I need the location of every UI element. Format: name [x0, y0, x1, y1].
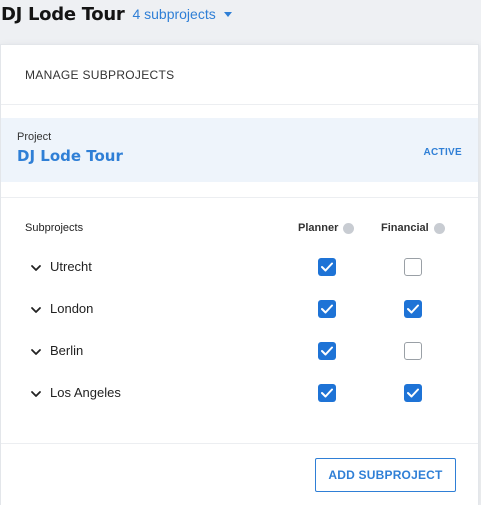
info-icon[interactable]	[433, 222, 445, 234]
check-icon	[407, 304, 419, 314]
table-row: Berlin	[1, 330, 478, 372]
subprojects-dropdown-toggle[interactable]: 4 subprojects	[132, 6, 232, 22]
chevron-down-icon[interactable]	[30, 303, 42, 315]
status-badge: ACTIVE	[423, 147, 462, 158]
subproject-name: London	[50, 301, 94, 316]
financial-checkbox[interactable]	[404, 342, 422, 360]
subprojects-table-header: Subprojects Planner Financial	[1, 219, 478, 239]
table-row: London	[1, 288, 478, 330]
planner-checkbox[interactable]	[318, 300, 336, 318]
table-row: Los Angeles	[1, 372, 478, 414]
column-financial: Financial	[381, 222, 445, 234]
project-header: DJ Lode Tour 4 subprojects	[0, 0, 481, 28]
subproject-name: Berlin	[50, 343, 84, 358]
project-card: Project DJ Lode Tour ACTIVE	[1, 118, 478, 182]
add-subproject-button[interactable]: ADD SUBPROJECT	[315, 458, 456, 492]
column-subprojects: Subprojects	[25, 222, 84, 234]
subproject-name: Utrecht	[50, 259, 92, 274]
table-row: Utrecht	[1, 246, 478, 288]
chevron-down-icon[interactable]	[30, 261, 42, 273]
subproject-name: Los Angeles	[50, 385, 121, 400]
project-label: Project	[17, 131, 52, 143]
check-icon	[321, 388, 333, 398]
planner-checkbox[interactable]	[318, 342, 336, 360]
column-financial-label: Financial	[381, 222, 429, 234]
project-title: DJ Lode Tour	[1, 3, 125, 25]
column-planner: Planner	[298, 222, 355, 234]
panel-title: MANAGE SUBPROJECTS	[1, 45, 478, 105]
divider	[1, 197, 478, 198]
financial-checkbox[interactable]	[404, 258, 422, 276]
project-name: DJ Lode Tour	[17, 147, 123, 165]
subprojects-count: 4 subprojects	[132, 6, 216, 22]
planner-checkbox[interactable]	[318, 258, 336, 276]
info-icon[interactable]	[343, 222, 355, 234]
check-icon	[321, 304, 333, 314]
planner-checkbox[interactable]	[318, 384, 336, 402]
column-planner-label: Planner	[298, 222, 339, 234]
check-icon	[321, 346, 333, 356]
financial-checkbox[interactable]	[404, 384, 422, 402]
financial-checkbox[interactable]	[404, 300, 422, 318]
check-icon	[321, 262, 333, 272]
manage-subprojects-panel: MANAGE SUBPROJECTS Project DJ Lode Tour …	[0, 44, 479, 505]
chevron-down-icon[interactable]	[30, 387, 42, 399]
footer-divider	[1, 443, 478, 444]
chevron-down-icon[interactable]	[30, 345, 42, 357]
caret-down-icon	[223, 12, 232, 17]
check-icon	[407, 388, 419, 398]
